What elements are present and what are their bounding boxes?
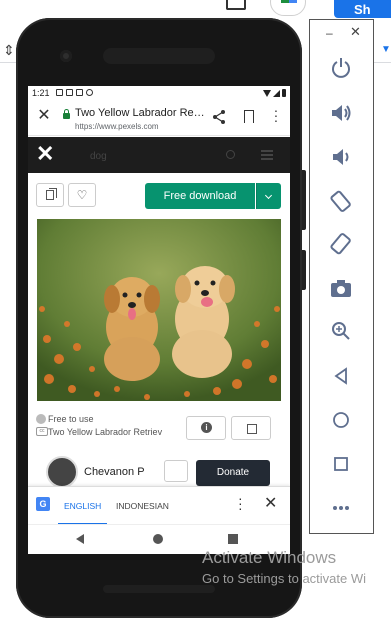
bookmark-icon[interactable]	[244, 110, 254, 123]
check-icon	[66, 89, 73, 96]
nav-recents-icon[interactable]	[228, 534, 238, 544]
custom-tab-bar: ✕ Two Yellow Labrador Retr... https://ww…	[28, 100, 290, 136]
share-button[interactable]: Sh	[334, 0, 391, 18]
heart-icon: ♡	[76, 188, 88, 202]
close-icon[interactable]: ✕	[350, 24, 361, 40]
rotate-left-icon[interactable]	[328, 188, 354, 214]
more-icon[interactable]	[328, 495, 354, 521]
watermark-subtitle: Go to Settings to activate Wi	[202, 571, 367, 586]
google-translate-icon: G	[36, 497, 50, 511]
dog-photo[interactable]	[37, 219, 281, 401]
meet-icon[interactable]	[270, 0, 306, 16]
phone-speaker	[103, 48, 215, 64]
author-row: Chevanon P Donate	[28, 452, 290, 488]
check-circle-icon	[36, 414, 46, 424]
tab-indonesian[interactable]: INDONESIAN	[116, 501, 169, 511]
cc-icon: cc	[36, 427, 48, 436]
site-header: ✕ dog	[28, 137, 290, 173]
sync-icon	[86, 89, 93, 96]
download-options-chevron-icon[interactable]	[256, 183, 281, 209]
donate-button[interactable]: Donate	[196, 460, 270, 486]
wifi-icon	[263, 89, 271, 97]
page-url[interactable]: https://www.pexels.com	[75, 122, 159, 131]
battery-icon	[282, 89, 286, 97]
phone-speaker	[103, 585, 215, 593]
share-icon[interactable]	[211, 109, 227, 125]
info-button[interactable]	[186, 416, 226, 440]
host-divider	[374, 62, 391, 63]
phone-screen: 1:21 ✕ Two Yellow Labrador Retr... https…	[28, 86, 290, 554]
translate-bar: G ENGLISH INDONESIAN · · · ✕	[28, 486, 290, 525]
collect-button[interactable]	[36, 183, 64, 207]
close-icon[interactable]: ✕	[36, 108, 52, 124]
photo-info: Free to use cc Two Yellow Labrador Retri…	[28, 408, 290, 448]
emulator-toolbar: – ✕	[309, 19, 374, 534]
notification-icons	[56, 89, 93, 96]
more-vert-icon[interactable]: · · ·	[273, 103, 279, 127]
overview-icon[interactable]	[328, 451, 354, 477]
free-download-button[interactable]: Free download	[145, 183, 255, 209]
page-title: Two Yellow Labrador Retr...	[75, 107, 205, 119]
minimize-icon[interactable]: –	[326, 26, 333, 40]
android-status-bar: 1:21	[28, 86, 290, 100]
line-spacing-icon[interactable]: ⇕	[3, 42, 15, 59]
desktop-screen: Sh ⇕ ▼ 1:21 ✕ Two Yellow Labrador Retr..…	[0, 0, 391, 624]
camera-icon[interactable]	[328, 275, 354, 301]
volume-up-icon[interactable]	[328, 100, 354, 126]
system-icons	[263, 89, 286, 97]
rotate-right-icon[interactable]	[328, 231, 354, 257]
avatar[interactable]	[46, 456, 78, 488]
activate-windows-watermark: Activate Windows Go to Settings to activ…	[202, 548, 391, 586]
license-text: Free to use	[48, 414, 94, 424]
sd-card-icon	[76, 89, 83, 96]
close-modal-icon[interactable]: ✕	[36, 143, 54, 165]
status-time: 1:21	[32, 88, 50, 98]
open-external-button[interactable]	[231, 416, 271, 440]
phone-side-button	[302, 250, 306, 290]
volume-down-icon[interactable]	[328, 144, 354, 170]
site-search-input[interactable]: dog	[90, 151, 107, 162]
comment-icon[interactable]	[226, 0, 246, 10]
photo-title: Two Yellow Labrador Retriev	[48, 427, 163, 437]
photo-toolbar: ♡ Free download	[28, 173, 290, 219]
search-icon[interactable]	[226, 150, 235, 159]
lock-icon	[63, 109, 70, 119]
home-icon[interactable]	[328, 407, 354, 433]
watermark-title: Activate Windows	[202, 548, 337, 567]
power-icon[interactable]	[328, 55, 354, 81]
menu-icon[interactable]	[261, 150, 273, 152]
nav-back-icon[interactable]	[76, 534, 84, 544]
signal-icon	[273, 89, 280, 97]
tab-english[interactable]: ENGLISH	[58, 487, 108, 525]
follow-button[interactable]	[164, 460, 188, 482]
nav-home-icon[interactable]	[153, 534, 163, 544]
image-icon	[56, 89, 63, 96]
author-name[interactable]: Chevanon P	[84, 466, 145, 478]
like-button[interactable]: ♡	[68, 183, 96, 207]
zoom-icon[interactable]	[328, 318, 354, 344]
front-camera	[60, 50, 72, 62]
more-vert-icon[interactable]: · · ·	[238, 491, 243, 515]
dropdown-arrow-icon[interactable]: ▼	[381, 44, 391, 55]
phone-side-button	[302, 170, 306, 230]
back-icon[interactable]	[328, 363, 354, 389]
collection-icon-back	[49, 188, 57, 198]
close-icon[interactable]: ✕	[264, 496, 277, 512]
